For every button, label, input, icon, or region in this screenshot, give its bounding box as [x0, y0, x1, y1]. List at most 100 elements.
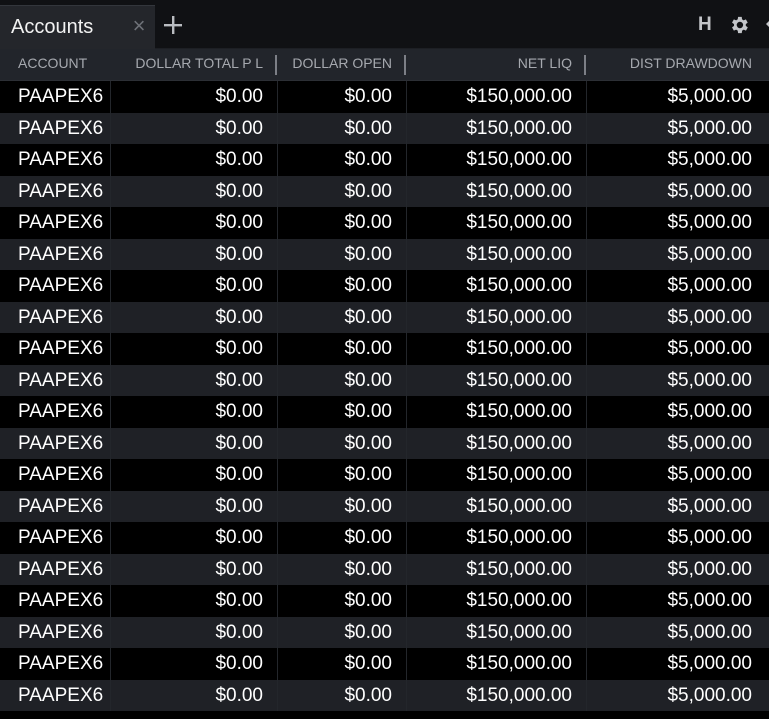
cell-dist-drawdown: $5,000.00	[667, 275, 752, 296]
cell-dollar-open: $0.00	[344, 432, 392, 454]
cell-net-liq: $150,000.00	[466, 401, 572, 422]
table-row[interactable]: PAAPEX6 $0.00 $0.00 $150,000.00 $5,000.00	[0, 175, 769, 207]
table-row[interactable]: PAAPEX6 $0.00 $0.00 $150,000.00 $5,000.00	[0, 522, 769, 554]
cell-net-liq: $150,000.00	[466, 432, 572, 454]
cell-dollar-open: $0.00	[344, 653, 392, 674]
cell-dollar-total-pl: $0.00	[215, 401, 263, 422]
cell-dollar-open: $0.00	[344, 338, 392, 359]
cell-dist-drawdown: $5,000.00	[667, 369, 752, 391]
table-row[interactable]: PAAPEX6 $0.00 $0.00 $150,000.00 $5,000.00	[0, 490, 769, 522]
table-row[interactable]: PAAPEX6 $0.00 $0.00 $150,000.00 $5,000.00	[0, 427, 769, 459]
cell-account: PAAPEX6	[18, 86, 104, 107]
column-header-account[interactable]: ACCOUNT	[18, 49, 110, 80]
cell-account: PAAPEX6	[18, 243, 104, 265]
cell-dollar-total-pl: $0.00	[215, 590, 263, 611]
table-row[interactable]: PAAPEX6 $0.00 $0.00 $150,000.00 $5,000.00	[0, 364, 769, 396]
cell-dist-drawdown: $5,000.00	[667, 464, 752, 485]
pin-icon[interactable]	[758, 14, 769, 36]
cell-dollar-open: $0.00	[344, 243, 392, 265]
table-row[interactable]: PAAPEX6 $0.00 $0.00 $150,000.00 $5,000.00	[0, 270, 769, 302]
cell-account: PAAPEX6	[18, 306, 104, 328]
cell-dist-drawdown: $5,000.00	[667, 558, 752, 580]
table-row[interactable]: PAAPEX6 $0.00 $0.00 $150,000.00 $5,000.00	[0, 333, 769, 365]
cell-net-liq: $150,000.00	[466, 306, 572, 328]
cell-account: PAAPEX6	[18, 653, 104, 674]
cell-account: PAAPEX6	[18, 527, 104, 548]
cell-dollar-total-pl: $0.00	[215, 86, 263, 107]
cell-dollar-open: $0.00	[344, 464, 392, 485]
table-row[interactable]: PAAPEX6 $0.00 $0.00 $150,000.00 $5,000.00	[0, 81, 769, 113]
cell-net-liq: $150,000.00	[466, 590, 572, 611]
cell-net-liq: $150,000.00	[466, 338, 572, 359]
table-row[interactable]: PAAPEX6 $0.00 $0.00 $150,000.00 $5,000.00	[0, 207, 769, 239]
column-header-dollar-open[interactable]: DOLLAR OPEN	[277, 49, 392, 80]
cell-dollar-open: $0.00	[344, 86, 392, 107]
table-row[interactable]: PAAPEX6 $0.00 $0.00 $150,000.00 $5,000.00	[0, 679, 769, 711]
cell-dist-drawdown: $5,000.00	[667, 117, 752, 139]
cell-net-liq: $150,000.00	[466, 369, 572, 391]
cell-dist-drawdown: $5,000.00	[667, 306, 752, 328]
column-header-dollar-total-pl[interactable]: DOLLAR TOTAL P L	[110, 49, 263, 80]
table-row[interactable]: PAAPEX6 $0.00 $0.00 $150,000.00 $5,000.00	[0, 144, 769, 176]
cell-dist-drawdown: $5,000.00	[667, 212, 752, 233]
cell-dist-drawdown: $5,000.00	[667, 149, 752, 170]
cell-account: PAAPEX6	[18, 684, 104, 706]
cell-account: PAAPEX6	[18, 432, 104, 454]
cell-dollar-open: $0.00	[344, 369, 392, 391]
cell-dist-drawdown: $5,000.00	[667, 684, 752, 706]
cell-dist-drawdown: $5,000.00	[667, 180, 752, 202]
table-row[interactable]: PAAPEX6 $0.00 $0.00 $150,000.00 $5,000.00	[0, 648, 769, 680]
cell-net-liq: $150,000.00	[466, 621, 572, 643]
column-header-dist-drawdown[interactable]: DIST DRAWDOWN	[586, 49, 752, 80]
table-header: ACCOUNT DOLLAR TOTAL P L DOLLAR OPEN NET…	[0, 49, 769, 81]
plus-icon[interactable]	[162, 14, 184, 36]
cell-dist-drawdown: $5,000.00	[667, 495, 752, 517]
cell-account: PAAPEX6	[18, 117, 104, 139]
cell-dist-drawdown: $5,000.00	[667, 432, 752, 454]
cell-dollar-open: $0.00	[344, 306, 392, 328]
close-icon[interactable]: ×	[128, 15, 150, 37]
table-row[interactable]: PAAPEX6 $0.00 $0.00 $150,000.00 $5,000.00	[0, 238, 769, 270]
table-row[interactable]: PAAPEX6 $0.00 $0.00 $150,000.00 $5,000.00	[0, 301, 769, 333]
cell-dollar-total-pl: $0.00	[215, 180, 263, 202]
cell-dist-drawdown: $5,000.00	[667, 243, 752, 265]
cell-net-liq: $150,000.00	[466, 684, 572, 706]
cell-dollar-total-pl: $0.00	[215, 558, 263, 580]
cell-dollar-open: $0.00	[344, 621, 392, 643]
cell-dollar-open: $0.00	[344, 149, 392, 170]
cell-net-liq: $150,000.00	[466, 653, 572, 674]
cell-dollar-open: $0.00	[344, 401, 392, 422]
table-row[interactable]: PAAPEX6 $0.00 $0.00 $150,000.00 $5,000.00	[0, 396, 769, 428]
cell-dollar-total-pl: $0.00	[215, 338, 263, 359]
hide-button[interactable]: H	[698, 14, 714, 36]
table-row[interactable]: PAAPEX6 $0.00 $0.00 $150,000.00 $5,000.00	[0, 459, 769, 491]
table-body: PAAPEX6 $0.00 $0.00 $150,000.00 $5,000.00 PAA…	[0, 81, 769, 711]
cell-dist-drawdown: $5,000.00	[667, 86, 752, 107]
cell-dollar-total-pl: $0.00	[215, 621, 263, 643]
cell-account: PAAPEX6	[18, 275, 104, 296]
cell-net-liq: $150,000.00	[466, 117, 572, 139]
cell-dollar-total-pl: $0.00	[215, 212, 263, 233]
cell-dist-drawdown: $5,000.00	[667, 621, 752, 643]
table-row[interactable]: PAAPEX6 $0.00 $0.00 $150,000.00 $5,000.00	[0, 585, 769, 617]
cell-account: PAAPEX6	[18, 149, 104, 170]
cell-dollar-total-pl: $0.00	[215, 149, 263, 170]
cell-dollar-total-pl: $0.00	[215, 527, 263, 548]
cell-account: PAAPEX6	[18, 401, 104, 422]
cell-net-liq: $150,000.00	[466, 243, 572, 265]
cell-account: PAAPEX6	[18, 464, 104, 485]
table-row[interactable]: PAAPEX6 $0.00 $0.00 $150,000.00 $5,000.00	[0, 616, 769, 648]
gear-icon[interactable]	[728, 14, 750, 36]
cell-dollar-total-pl: $0.00	[215, 464, 263, 485]
cell-account: PAAPEX6	[18, 180, 104, 202]
tab-accounts[interactable]: Accounts ×	[0, 5, 155, 49]
cell-dist-drawdown: $5,000.00	[667, 338, 752, 359]
cell-net-liq: $150,000.00	[466, 86, 572, 107]
cell-dist-drawdown: $5,000.00	[667, 590, 752, 611]
cell-account: PAAPEX6	[18, 590, 104, 611]
cell-account: PAAPEX6	[18, 495, 104, 517]
cell-dollar-open: $0.00	[344, 558, 392, 580]
table-row[interactable]: PAAPEX6 $0.00 $0.00 $150,000.00 $5,000.00	[0, 112, 769, 144]
column-header-net-liq[interactable]: NET LIQ	[406, 49, 572, 80]
table-row[interactable]: PAAPEX6 $0.00 $0.00 $150,000.00 $5,000.00	[0, 553, 769, 585]
